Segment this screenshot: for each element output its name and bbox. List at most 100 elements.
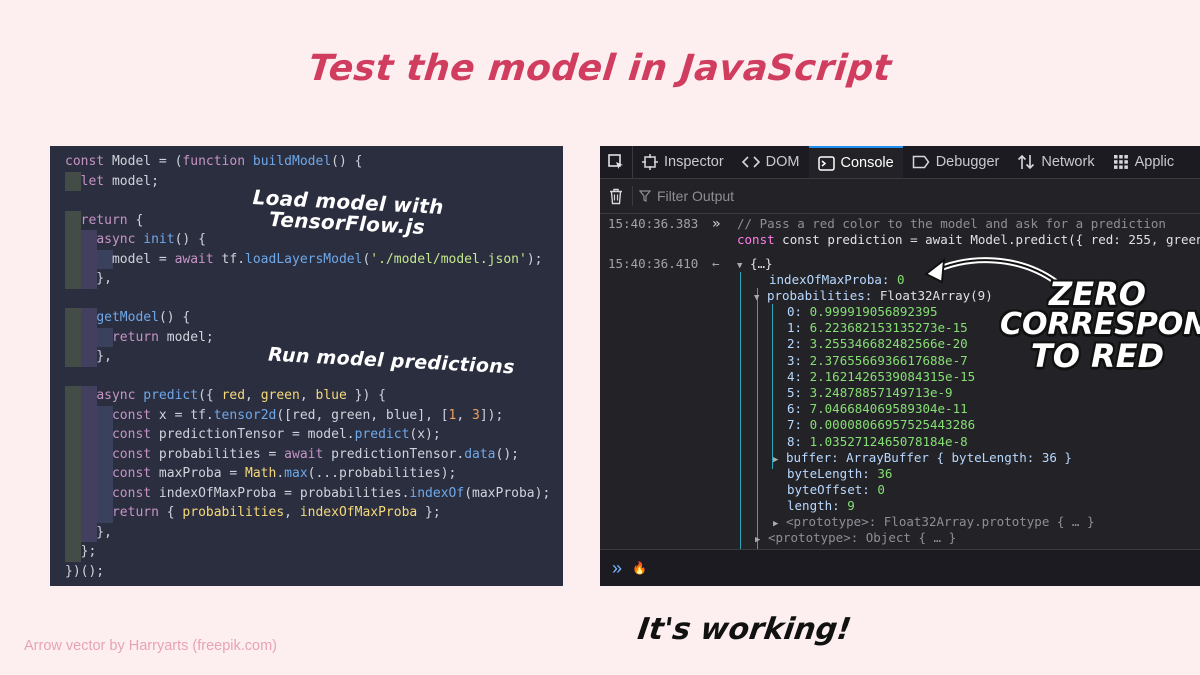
probability-row: 4: 2.1621426539084315e-15 — [787, 369, 975, 385]
filter-icon — [639, 190, 651, 202]
probability-row: 8: 1.0352712465078184e-8 — [787, 434, 968, 450]
console-icon — [817, 155, 835, 171]
bytelength-row: byteLength: 36 — [787, 466, 892, 482]
probability-value: 7.046684069589304e-11 — [809, 401, 968, 417]
probability-index: 7: — [787, 417, 803, 433]
dom-icon — [741, 155, 760, 169]
prop-value: 9 — [847, 498, 855, 513]
prop-key: buffer: ArrayBuffer { byteLength: 36 } — [785, 450, 1072, 465]
probability-value: 3.255346682482566e-20 — [809, 336, 968, 352]
filter-placeholder: Filter Output — [657, 188, 735, 204]
tab-application[interactable]: Applic — [1104, 146, 1184, 178]
devtools-tabbar: Inspector DOM Console Debugger Network A… — [600, 146, 1200, 179]
timestamp: 15:40:36.410 — [608, 256, 699, 271]
console-output: 15:40:36.383 » // Pass a red color to th… — [600, 214, 1200, 586]
prop-value: 36 — [877, 466, 893, 481]
expand-triangle-icon[interactable]: ▶ — [755, 535, 760, 545]
prop-key: probabilities: — [766, 288, 873, 303]
prop-key: byteLength: — [787, 466, 870, 481]
code-line: async predict({ red, green, blue }) { — [50, 386, 563, 406]
expand-triangle-icon[interactable]: ▶ — [773, 519, 778, 529]
probability-index: 0: — [787, 304, 803, 319]
probability-row: 0: 0.999919056892395 — [787, 304, 938, 320]
callout-line: CORRESPONDS — [1000, 307, 1200, 342]
console-input[interactable]: » 🔥 — [600, 549, 1200, 586]
expand-triangle-icon[interactable]: ▼ — [737, 261, 742, 271]
probability-index: 8: — [787, 433, 803, 449]
byteoffset-row: byteOffset: 0 — [787, 482, 885, 498]
prompt-chevron-icon: » — [612, 557, 623, 578]
trash-icon[interactable] — [600, 188, 632, 205]
tab-console[interactable]: Console — [808, 146, 903, 178]
probability-value: 0.999919056892395 — [809, 304, 938, 319]
probability-index: 3: — [787, 352, 803, 368]
tab-label: Network — [1041, 154, 1095, 170]
tab-dom[interactable]: DOM — [733, 146, 809, 178]
code-line: const probabilities = await predictionTe… — [50, 444, 563, 464]
command-comment: // Pass a red color to the model and ask… — [737, 216, 1166, 231]
tab-label: Inspector — [664, 154, 724, 170]
tree-guide — [740, 272, 741, 586]
prop-key: indexOfMaxProba: — [769, 272, 890, 287]
result-object[interactable]: ▼ {…} — [737, 256, 773, 274]
code-line: model = await tf.loadLayersModel('./mode… — [50, 249, 563, 269]
tab-label: DOM — [765, 154, 800, 170]
inspector-icon — [642, 154, 658, 170]
code-line: return { probabilities, indexOfMaxProba … — [50, 503, 563, 523]
probability-row: 1: 6.223682153135273e-15 — [787, 320, 968, 336]
code-line: }; — [50, 542, 563, 562]
probability-value: 6.223682153135273e-15 — [809, 320, 968, 336]
code-line: return model; — [50, 327, 563, 347]
tab-inspector[interactable]: Inspector — [633, 146, 733, 178]
tree-guide — [772, 304, 773, 469]
probability-row: 7: 0.00008066957525443286 — [787, 417, 975, 433]
expand-triangle-icon[interactable]: ▶ — [773, 455, 778, 465]
probability-value: 2.1621426539084315e-15 — [809, 368, 976, 384]
prototype-text: <prototype>: Float32Array.prototype { … … — [785, 514, 1095, 529]
tab-label: Console — [840, 155, 894, 171]
prop-value: 0 — [877, 482, 885, 497]
probability-value: 3.24878857149713e-9 — [809, 385, 953, 400]
filter-output-input[interactable]: Filter Output — [632, 186, 734, 206]
fire-icon: 🔥 — [632, 561, 647, 575]
command-code: const const prediction = await Model.pre… — [737, 232, 1200, 248]
probability-row: 5: 3.24878857149713e-9 — [787, 385, 953, 401]
network-icon — [1017, 154, 1035, 170]
result-arrow-icon: ← — [712, 256, 720, 271]
tab-debugger[interactable]: Debugger — [903, 146, 1009, 178]
code-line: }, — [50, 522, 563, 542]
probability-value: 1.0352712465078184e-8 — [809, 433, 968, 449]
length-row: length: 9 — [787, 498, 855, 514]
code-line: })(); — [65, 563, 105, 579]
its-working-caption: It's working! — [635, 612, 854, 647]
console-toolbar: Filter Output — [600, 179, 1200, 214]
annotation-load-model: Load model with TensorFlow.js — [251, 185, 444, 239]
prototype-row[interactable]: ▶ <prototype>: Object { … } — [755, 530, 956, 548]
prop-type: Float32Array(9) — [879, 288, 993, 303]
code-line: const indexOfMaxProba = probabilities.in… — [50, 483, 563, 503]
slide-title: Test the model in JavaScript — [306, 48, 894, 89]
probability-value: 2.3765566936617688e-7 — [809, 352, 968, 368]
prototype-text: <prototype>: Object { … } — [767, 530, 957, 545]
probability-index: 1: — [787, 320, 803, 336]
probability-row: 6: 7.046684069589304e-11 — [787, 401, 968, 417]
index-of-max-proba: indexOfMaxProba: 0 — [769, 272, 904, 288]
application-icon — [1113, 154, 1129, 170]
tab-network[interactable]: Network — [1008, 146, 1103, 178]
code-line: const maxProba = Math.max(...probabiliti… — [50, 464, 563, 484]
probability-row: 3: 2.3765566936617688e-7 — [787, 353, 968, 369]
probability-index: 6: — [787, 401, 803, 417]
expand-triangle-icon[interactable]: ▼ — [754, 293, 759, 303]
code-line: getModel() { — [50, 308, 563, 328]
command-code-text: const prediction = await Model.predict({… — [782, 232, 1200, 247]
prop-value: 0 — [896, 272, 905, 287]
tab-label: Debugger — [935, 154, 1000, 170]
callout-zero-red: ZERO CORRESPONDS TO RED — [1000, 278, 1200, 375]
probability-index: 5: — [787, 385, 803, 400]
callout-line: TO RED — [1030, 337, 1165, 375]
element-picker-icon[interactable] — [600, 146, 633, 178]
input-chevron-icon: » — [712, 216, 721, 232]
probability-index: 4: — [787, 368, 803, 384]
timestamp: 15:40:36.383 — [608, 216, 699, 231]
